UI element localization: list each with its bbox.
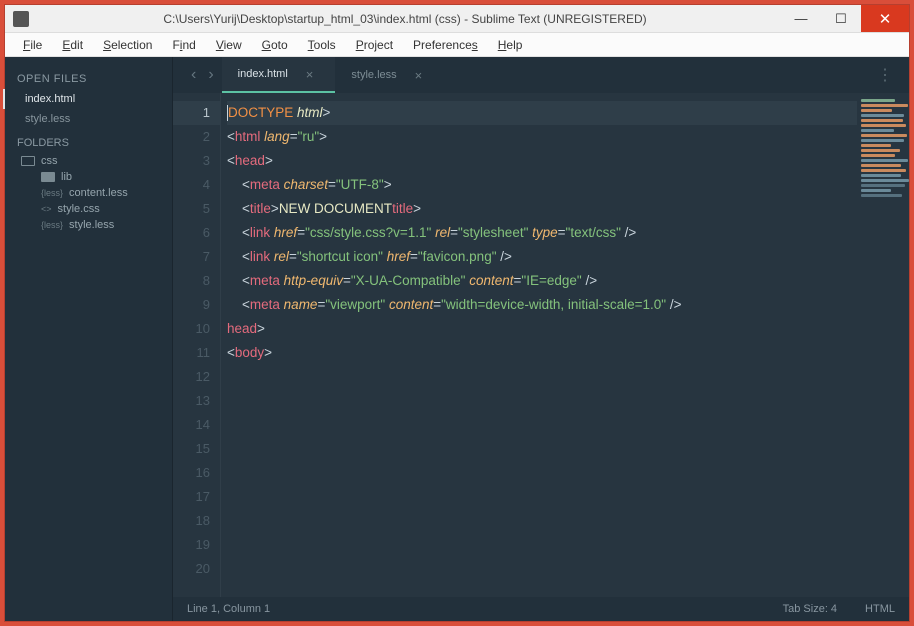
titlebar: C:\Users\Yurij\Desktop\startup_html_03\i… xyxy=(5,5,909,33)
window-controls: — ☐ ✕ xyxy=(781,5,909,32)
code-line[interactable]: DOCTYPE html> xyxy=(227,101,857,125)
code-line[interactable]: <link href="css/style.css?v=1.1" rel="st… xyxy=(227,221,857,245)
code-line[interactable]: <link rel="shortcut icon" href="favicon.… xyxy=(227,245,857,269)
status-position: Line 1, Column 1 xyxy=(187,603,783,615)
tab-nav: ‹ › xyxy=(183,66,222,84)
maximize-button[interactable]: ☐ xyxy=(821,5,861,32)
status-syntax[interactable]: HTML xyxy=(865,603,895,615)
open-file-index[interactable]: index.html xyxy=(3,89,172,109)
code-line[interactable]: <body> xyxy=(227,341,857,365)
folder-icon xyxy=(21,156,35,166)
folders-header: FOLDERS xyxy=(5,129,172,153)
tab-close-icon[interactable]: × xyxy=(415,68,423,83)
minimap[interactable] xyxy=(857,93,909,597)
code-line[interactable]: head> xyxy=(227,317,857,341)
code-line[interactable]: <meta charset="UTF-8"> xyxy=(227,173,857,197)
file-type-badge: <> xyxy=(41,204,52,214)
menu-selection[interactable]: Selection xyxy=(93,38,162,52)
app-window: C:\Users\Yurij\Desktop\startup_html_03\i… xyxy=(4,4,910,622)
code-line[interactable]: <meta http-equiv="X-UA-Compatible" conte… xyxy=(227,269,857,293)
minimize-button[interactable]: — xyxy=(781,5,821,32)
nav-back-icon[interactable]: ‹ xyxy=(191,66,196,84)
tab-overflow-icon[interactable]: ⋮ xyxy=(861,65,909,85)
file-type-badge: {less} xyxy=(41,188,63,198)
menubar: File Edit Selection Find View Goto Tools… xyxy=(5,33,909,57)
tab-close-icon[interactable]: × xyxy=(306,67,314,82)
app-icon xyxy=(13,11,29,27)
menu-view[interactable]: View xyxy=(206,38,252,52)
tab-label: style.less xyxy=(351,69,396,81)
code-line[interactable]: <html lang="ru"> xyxy=(227,125,857,149)
menu-tools[interactable]: Tools xyxy=(298,38,346,52)
file-type-badge: {less} xyxy=(41,220,63,230)
code-line[interactable] xyxy=(227,389,857,413)
tab-index-html[interactable]: index.html × xyxy=(222,57,336,93)
file-style-css[interactable]: <> style.css xyxy=(5,201,172,217)
status-tabsize[interactable]: Tab Size: 4 xyxy=(783,603,837,615)
tabbar: ‹ › index.html × style.less × ⋮ xyxy=(173,57,909,93)
app-body: OPEN FILES index.html style.less FOLDERS… xyxy=(5,57,909,621)
window-title: C:\Users\Yurij\Desktop\startup_html_03\i… xyxy=(29,12,781,26)
open-file-style[interactable]: style.less xyxy=(5,109,172,129)
file-style-less[interactable]: {less} style.less xyxy=(5,217,172,233)
folder-icon xyxy=(41,172,55,182)
code-line[interactable]: <title>NEW DOCUMENTtitle> xyxy=(227,197,857,221)
menu-project[interactable]: Project xyxy=(346,38,403,52)
close-button[interactable]: ✕ xyxy=(861,5,909,32)
tab-label: index.html xyxy=(238,68,288,80)
folder-lib[interactable]: lib xyxy=(5,169,172,185)
code-line[interactable]: <head> xyxy=(227,149,857,173)
editor-area: ‹ › index.html × style.less × ⋮ 12345678… xyxy=(173,57,909,621)
menu-goto[interactable]: Goto xyxy=(252,38,298,52)
nav-forward-icon[interactable]: › xyxy=(208,66,213,84)
code-line[interactable]: <meta name="viewport" content="width=dev… xyxy=(227,293,857,317)
code-area[interactable]: DOCTYPE html><html lang="ru"><head> <met… xyxy=(221,93,857,597)
menu-preferences[interactable]: Preferences xyxy=(403,38,488,52)
status-bar: Line 1, Column 1 Tab Size: 4 HTML xyxy=(173,597,909,621)
menu-file[interactable]: File xyxy=(13,38,52,52)
menu-help[interactable]: Help xyxy=(488,38,533,52)
sidebar: OPEN FILES index.html style.less FOLDERS… xyxy=(5,57,173,621)
folder-root[interactable]: css xyxy=(5,153,172,169)
code-line[interactable] xyxy=(227,365,857,389)
editor-split: 1234567891011121314151617181920 DOCTYPE … xyxy=(173,93,909,597)
tab-style-less[interactable]: style.less × xyxy=(335,57,444,93)
open-files-header: OPEN FILES xyxy=(5,69,172,89)
file-content-less[interactable]: {less} content.less xyxy=(5,185,172,201)
line-gutter: 1234567891011121314151617181920 xyxy=(173,93,221,597)
menu-find[interactable]: Find xyxy=(162,38,205,52)
menu-edit[interactable]: Edit xyxy=(52,38,93,52)
